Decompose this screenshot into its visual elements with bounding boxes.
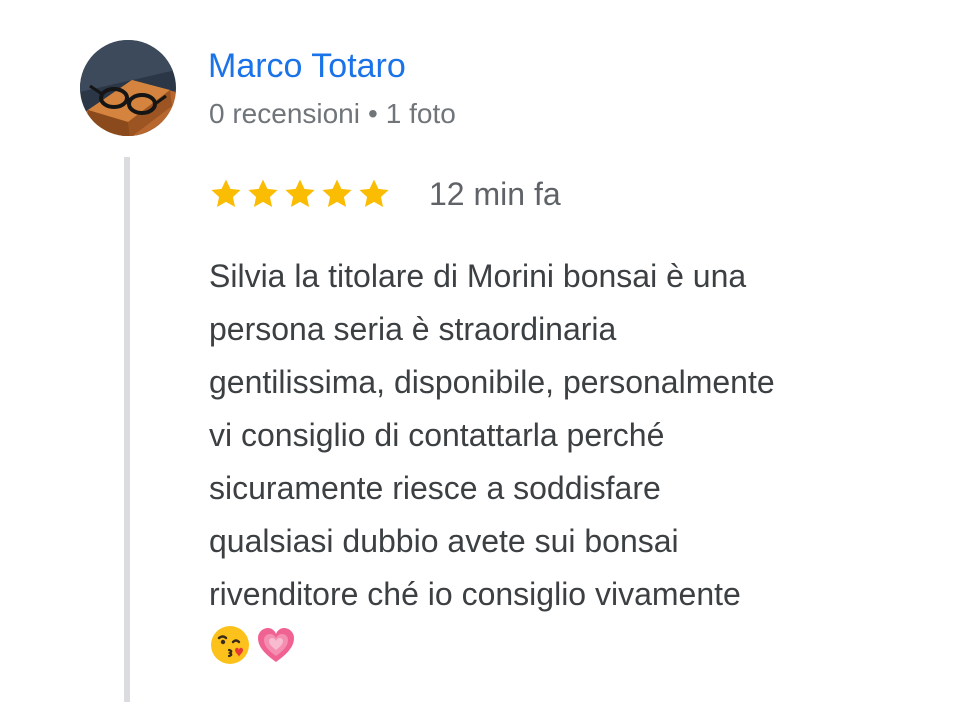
star-icon — [248, 179, 278, 208]
meta-separator: • — [367, 98, 378, 129]
thread-line — [124, 157, 130, 702]
star-icon — [211, 179, 241, 208]
review-text-line: sicuramente riesce a soddisfare — [209, 470, 661, 506]
rating-row: 12 min fa — [209, 172, 561, 216]
review-text: Silvia la titolare di Morini bonsai è un… — [209, 250, 914, 621]
growing-heart-icon — [258, 628, 294, 662]
review-text-line: gentilissima, disponibile, personalmente — [209, 364, 775, 400]
review-text-line: Silvia la titolare di Morini bonsai è un… — [209, 258, 747, 294]
review-text-line: rivenditore ché io consiglio vivamente — [209, 576, 741, 612]
emoji-row — [209, 624, 297, 666]
review-text-line: vi consiglio di contattarla perché — [209, 417, 665, 453]
star-icon — [285, 179, 315, 208]
review-time: 12 min fa — [429, 176, 561, 212]
star-icon — [359, 179, 389, 208]
review-text-line: persona seria è straordinaria — [209, 311, 617, 347]
glasses-on-box-avatar-icon — [80, 40, 176, 136]
star-icon — [322, 179, 352, 208]
review-text-line: qualsiasi dubbio avete sui bonsai — [209, 523, 679, 559]
photos-count[interactable]: 1 foto — [386, 98, 456, 129]
author-avatar[interactable] — [80, 40, 176, 136]
author-name[interactable]: Marco Totaro — [208, 44, 406, 88]
reviews-count: 0 recensioni — [209, 98, 360, 129]
face-blowing-kiss-icon — [211, 626, 249, 664]
star-rating — [209, 177, 391, 211]
author-meta: 0 recensioni • 1 foto — [209, 96, 456, 132]
